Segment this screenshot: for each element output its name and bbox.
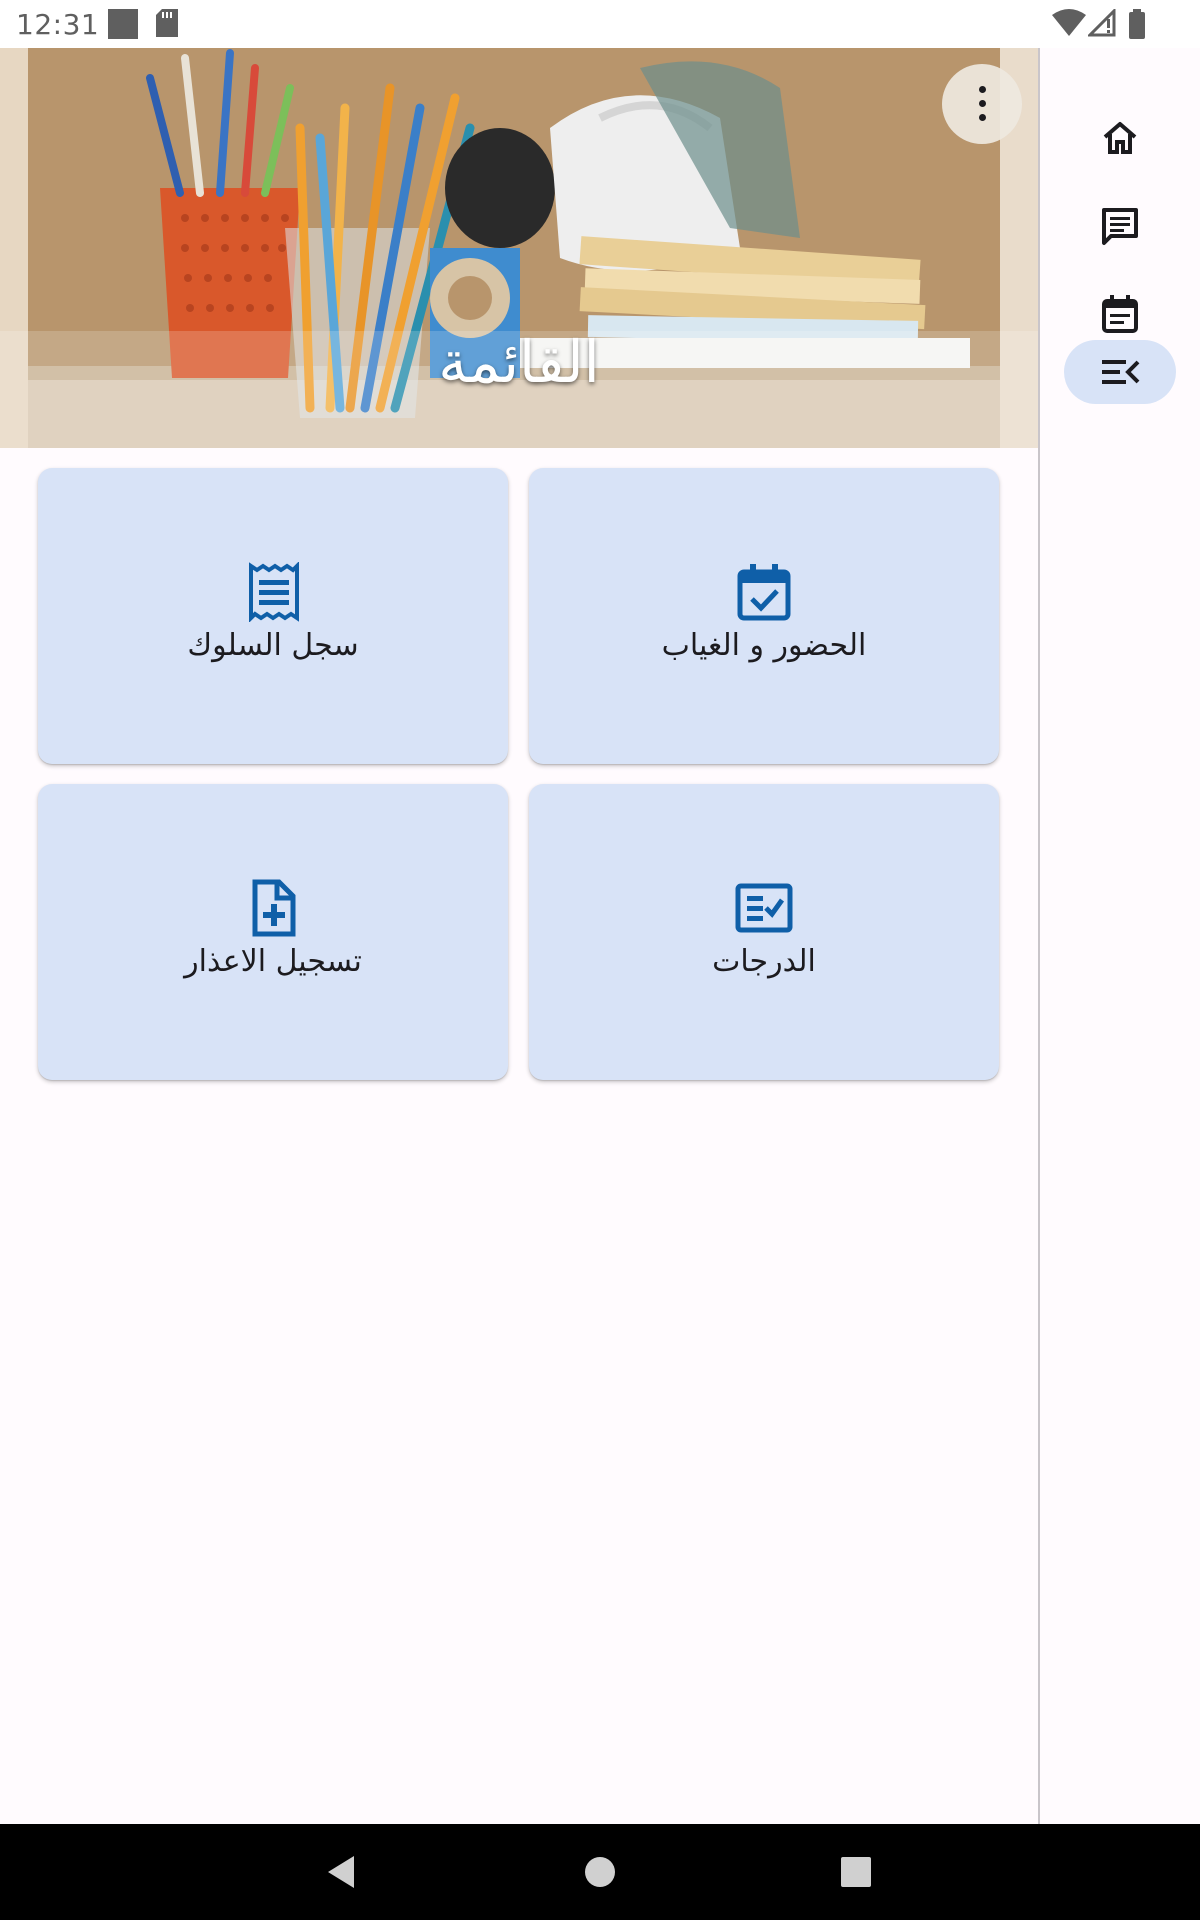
menu-card-grades[interactable]: الدرجات: [529, 784, 999, 1080]
page-title: القائمة: [438, 328, 600, 396]
message-icon: [1102, 208, 1138, 245]
battery-icon: [1129, 9, 1145, 39]
home-icon: [1103, 122, 1137, 154]
recents-icon: [841, 1857, 871, 1887]
menu-card-label: الحضور و الغياب: [661, 628, 867, 663]
calendar-check-icon: [737, 564, 791, 621]
menu-card-behavior-log[interactable]: سجل السلوك: [38, 468, 508, 764]
grading-checklist-icon: [735, 883, 793, 933]
event-note-icon: [1102, 295, 1138, 333]
header-banner: القائمة: [0, 48, 1038, 448]
status-bar: 12:31: [0, 0, 1200, 48]
menu-card-label: سجل السلوك: [187, 628, 359, 663]
rail-item-menu[interactable]: [1064, 340, 1176, 404]
menu-card-attendance[interactable]: الحضور و الغياب: [529, 468, 999, 764]
receipt-icon: [249, 562, 299, 622]
main-content: القائمة الحضور و الغياب سجل السلوك الدرج…: [0, 48, 1040, 1824]
back-icon: [328, 1856, 354, 1888]
back-button[interactable]: [294, 1824, 390, 1920]
menu-open-icon: [1102, 360, 1140, 384]
more-vert-icon-dot: [979, 100, 986, 107]
more-vert-icon-dot: [979, 114, 986, 121]
rail-item-events[interactable]: [1080, 282, 1160, 346]
menu-card-label: الدرجات: [712, 944, 816, 979]
status-time: 12:31: [16, 8, 100, 41]
note-add-icon: [252, 879, 296, 937]
menu-card-excuse-registration[interactable]: تسجيل الاعذار: [38, 784, 508, 1080]
sd-card-icon: [156, 9, 178, 37]
home-nav-button[interactable]: [552, 1824, 648, 1920]
menu-card-label: تسجيل الاعذار: [184, 944, 362, 979]
cell-signal-icon: [1088, 9, 1116, 37]
system-navigation-bar: [0, 1824, 1200, 1920]
home-circle-icon: [585, 1857, 615, 1887]
recents-button[interactable]: [808, 1824, 904, 1920]
navigation-rail: [1040, 48, 1200, 1824]
more-options-button[interactable]: [942, 64, 1022, 144]
rail-item-home[interactable]: [1080, 106, 1160, 170]
image-notification-icon: [108, 9, 138, 39]
wifi-icon: [1052, 9, 1086, 36]
more-vert-icon: [979, 86, 986, 93]
rail-item-messages[interactable]: [1080, 194, 1160, 258]
